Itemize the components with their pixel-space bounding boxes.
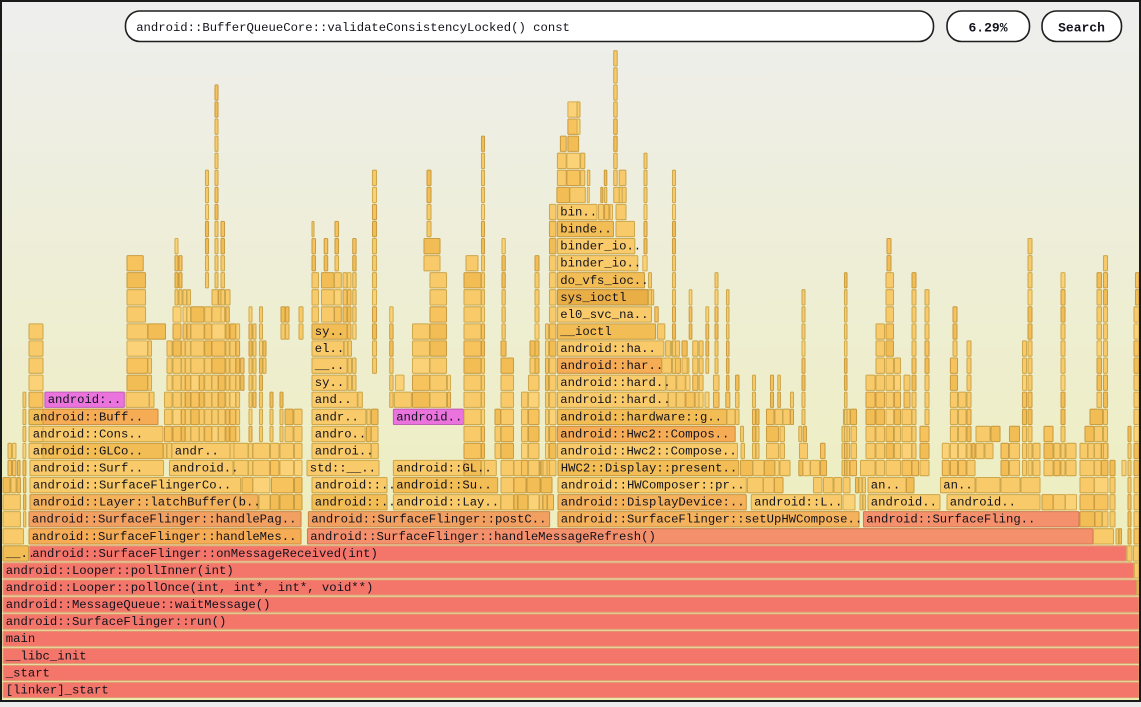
svg-text:android::Layer::latchBuffer(b.: android::Layer::latchBuffer(b..	[33, 496, 261, 510]
svg-text:androi..: androi..	[315, 444, 374, 458]
svg-text:android::SurfaceFling..: android::SurfaceFling..	[866, 513, 1035, 527]
svg-text:binde..: binde..	[560, 223, 611, 237]
svg-text:el0_svc_na..: el0_svc_na..	[560, 308, 648, 322]
svg-text:android::..: android::..	[315, 496, 396, 510]
svg-text:and..: and..	[315, 393, 352, 407]
svg-text:android::DisplayDevice:..: android::DisplayDevice:..	[561, 496, 745, 510]
svg-text:android::SurfaceFlingerCo..: android::SurfaceFlingerCo..	[33, 479, 231, 493]
svg-text:android..: android..	[396, 410, 462, 424]
svg-text:android::Hwc2::Compos..: android::Hwc2::Compos..	[560, 427, 729, 441]
svg-text:std::__..: std::__..	[310, 462, 376, 476]
svg-text:android::L..: android::L..	[754, 496, 842, 510]
svg-text:android::SurfaceFlinger::handl: android::SurfaceFlinger::handleMessageRe…	[310, 530, 656, 544]
svg-text:sy..: sy..	[315, 376, 344, 390]
svg-text:android::GLCo..: android::GLCo..	[33, 444, 143, 458]
svg-text:an..: an..	[871, 479, 900, 493]
svg-text:main: main	[6, 632, 35, 646]
svg-text:__libc_init: __libc_init	[5, 649, 87, 663]
svg-text:binder_io..: binder_io..	[560, 240, 641, 254]
svg-text:bin..: bin..	[560, 206, 597, 220]
svg-text:android..: android..	[950, 496, 1016, 510]
svg-text:do_vfs_ioc..: do_vfs_ioc..	[560, 274, 648, 288]
svg-text:android::GL..: android::GL..	[396, 462, 492, 476]
svg-text:binder_io..: binder_io..	[560, 257, 641, 271]
svg-text:[linker]_start: [linker]_start	[6, 683, 109, 697]
svg-text:android::hard..: android::hard..	[560, 393, 670, 407]
svg-text:android::SurfaceFlinger::setUp: android::SurfaceFlinger::setUpHWCompose.…	[561, 513, 862, 527]
svg-text:el..: el..	[315, 342, 344, 356]
svg-text:HWC2::Display::present..: HWC2::Display::present..	[561, 462, 737, 476]
svg-text:android::Su..: android::Su..	[396, 479, 492, 493]
svg-text:android::MessageQueue::waitMes: android::MessageQueue::waitMessage()	[6, 598, 271, 612]
svg-text:andro..: andro..	[315, 427, 366, 441]
svg-text:android..: android..	[871, 496, 937, 510]
svg-text:android::SurfaceFlinger::handl: android::SurfaceFlinger::handleMes..	[32, 530, 297, 544]
svg-text:android:..: android:..	[48, 393, 122, 407]
svg-text:android::SurfaceFlinger::onMes: android::SurfaceFlinger::onMessageReceiv…	[32, 547, 378, 561]
svg-text:android::Buff..: android::Buff..	[33, 410, 143, 424]
svg-text:__..: __..	[314, 359, 344, 373]
svg-text:android::HWComposer::pr..: android::HWComposer::pr..	[561, 479, 745, 493]
svg-text:android::Hwc2::Compose..: android::Hwc2::Compose..	[560, 444, 736, 458]
svg-text:sys_ioctl: sys_ioctl	[560, 291, 626, 305]
svg-text:android::SurfaceFlinger::postC: android::SurfaceFlinger::postC..	[311, 513, 546, 527]
svg-text:sy..: sy..	[315, 325, 344, 339]
svg-text:android::Surf..: android::Surf..	[33, 462, 143, 476]
svg-text:6.29%: 6.29%	[968, 21, 1007, 36]
svg-text:an..: an..	[943, 479, 972, 493]
svg-text:android..: android..	[172, 462, 238, 476]
svg-text:android::har..: android::har..	[560, 359, 663, 373]
svg-text:android::hardware::g..: android::hardware::g..	[560, 410, 722, 424]
svg-text:__ioctl: __ioctl	[559, 325, 611, 339]
svg-text:android::Looper::pollInner(int: android::Looper::pollInner(int)	[6, 564, 234, 578]
svg-text:android::..: android::..	[315, 479, 396, 493]
svg-text:android::Looper::pollOnce(int,: android::Looper::pollOnce(int, int*, int…	[6, 581, 374, 595]
svg-text:android::Lay..: android::Lay..	[396, 496, 499, 510]
svg-text:__..: __..	[5, 547, 35, 561]
svg-text:android::SurfaceFlinger::handl: android::SurfaceFlinger::handlePag..	[32, 513, 297, 527]
svg-text:Search: Search	[1058, 21, 1105, 36]
svg-text:android::ha..: android::ha..	[560, 342, 656, 356]
svg-text:andr..: andr..	[175, 444, 219, 458]
svg-text:android::BufferQueueCore::vali: android::BufferQueueCore::validateConsis…	[136, 21, 570, 35]
svg-text:_start: _start	[5, 666, 50, 680]
svg-text:android::SurfaceFlinger::run(): android::SurfaceFlinger::run()	[6, 615, 227, 629]
svg-text:andr..: andr..	[315, 410, 359, 424]
svg-text:android::hard..: android::hard..	[560, 376, 670, 390]
svg-text:android::Cons..: android::Cons..	[33, 427, 143, 441]
